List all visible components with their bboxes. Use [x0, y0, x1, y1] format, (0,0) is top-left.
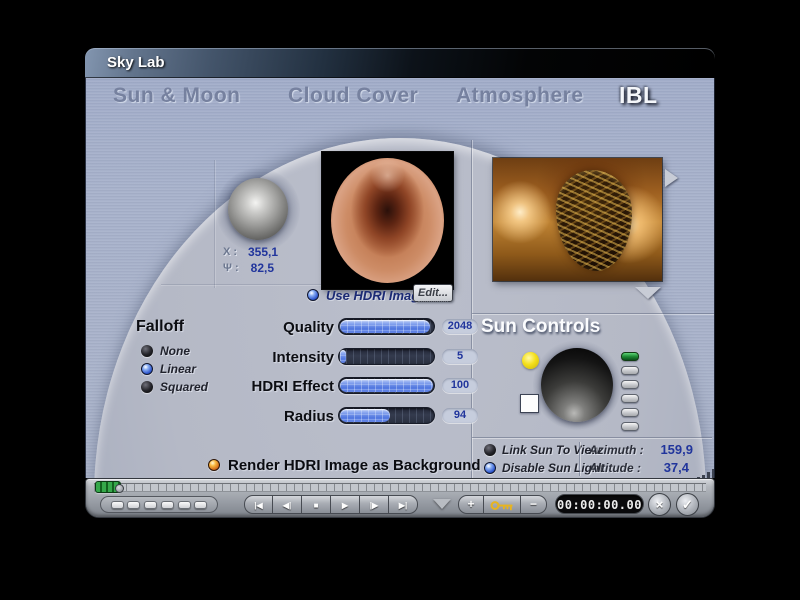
quality-slider-fill — [340, 320, 431, 333]
hdri-orientation-trackball[interactable] — [228, 178, 288, 240]
radius-slider-row: Radius 94 — [204, 407, 479, 425]
falloff-squared-label: Squared — [160, 380, 209, 394]
keyframe-button-group: + − — [458, 495, 547, 514]
cancel-button[interactable]: × — [648, 493, 671, 516]
edit-hdri-button[interactable]: Edit... — [413, 284, 453, 302]
timecode-display: 00:00:00.00 — [555, 494, 644, 514]
radius-value: 94 — [442, 408, 478, 423]
delete-keyframe-button[interactable]: − — [521, 495, 547, 514]
x-rotation-value: 355,1 — [247, 245, 278, 259]
altitude-label: Altitude : — [589, 461, 641, 475]
altitude-value: 37,4 — [663, 460, 689, 475]
divider-main-vertical — [471, 140, 472, 478]
sky-lab-window: Sky Lab Sun & Moon Cloud Cover Atmospher… — [85, 48, 715, 518]
falloff-squared-radio[interactable] — [141, 381, 153, 393]
radius-label: Radius — [283, 408, 334, 425]
disable-sun-radio[interactable] — [484, 462, 496, 474]
falloff-none-radio[interactable] — [141, 345, 153, 357]
divider-sun-top — [472, 313, 714, 314]
divider-azimuth — [579, 442, 580, 476]
resize-grip-icon[interactable] — [687, 468, 714, 478]
memory-dot-button[interactable] — [194, 500, 208, 509]
intensity-slider-fill — [340, 350, 346, 363]
hdri-probe-thumbnail[interactable] — [322, 152, 453, 289]
use-hdri-radio[interactable] — [307, 289, 319, 301]
sun-led[interactable] — [621, 422, 639, 431]
memory-dot-button[interactable] — [160, 500, 174, 509]
memory-dot-button[interactable] — [110, 500, 124, 509]
sun-position-trackball[interactable] — [541, 348, 613, 422]
stop-button[interactable]: ■ — [302, 495, 331, 514]
link-sun-label: Link Sun To View — [502, 443, 601, 457]
key-button[interactable] — [484, 495, 521, 514]
go-to-end-button[interactable]: ▶| — [389, 495, 418, 514]
hdri-effect-value: 100 — [442, 378, 478, 393]
next-frame-button[interactable]: |▶ — [360, 495, 389, 514]
sun-led[interactable] — [621, 408, 639, 417]
memory-dot-button[interactable] — [127, 500, 141, 509]
sun-led[interactable] — [621, 366, 639, 375]
go-to-start-button[interactable]: |◀ — [244, 495, 273, 514]
quality-label: Quality — [283, 319, 334, 336]
timeline-ruler[interactable] — [94, 483, 706, 492]
link-sun-radio[interactable] — [484, 444, 496, 456]
play-button[interactable]: ▶ — [331, 495, 360, 514]
title-bar[interactable]: Sky Lab — [85, 48, 715, 78]
tab-ibl[interactable]: IBL — [619, 82, 658, 109]
hdri-effect-slider[interactable] — [338, 377, 435, 394]
render-background-radio[interactable] — [208, 459, 220, 471]
intensity-slider[interactable] — [338, 348, 435, 365]
sun-led[interactable] — [621, 380, 639, 389]
preview-expand-arrow[interactable] — [635, 287, 661, 299]
y-rotation-value: 82,5 — [250, 261, 274, 275]
azimuth-label: Azimuth : — [589, 443, 644, 457]
hdri-effect-slider-row: HDRI Effect 100 — [204, 377, 479, 395]
intensity-label: Intensity — [272, 349, 334, 366]
tab-atmosphere[interactable]: Atmosphere — [456, 84, 584, 108]
hdri-effect-slider-fill — [340, 379, 433, 392]
sun-led-active[interactable] — [621, 352, 639, 361]
playback-button-group: |◀ ◀| ■ ▶ |▶ ▶| — [244, 495, 418, 514]
memory-dot-group — [100, 496, 218, 513]
memory-dot-button[interactable] — [144, 500, 158, 509]
quality-slider[interactable] — [338, 318, 435, 335]
preview-next-arrow[interactable] — [665, 169, 678, 187]
use-hdri-label: Use HDRI Image — [326, 288, 427, 303]
quality-value: 2048 — [442, 319, 478, 334]
sun-controls-title: Sun Controls — [481, 316, 601, 337]
divider — [214, 160, 215, 288]
hdri-probe-sphere — [331, 158, 444, 283]
key-icon — [490, 501, 513, 511]
animation-transport-bar: |◀ ◀| ■ ▶ |▶ ▶| + − 00:00:00.00 × ✓ — [85, 478, 715, 518]
ambient-color-swatch[interactable] — [520, 394, 539, 413]
quality-slider-row: Quality 2048 — [204, 318, 479, 336]
falloff-linear-label: Linear — [160, 362, 197, 376]
sun-led[interactable] — [621, 394, 639, 403]
confirm-button[interactable]: ✓ — [676, 493, 699, 516]
intensity-value: 5 — [442, 349, 478, 364]
x-rotation-label: X : — [223, 246, 238, 258]
falloff-title: Falloff — [136, 318, 184, 335]
render-preview[interactable] — [493, 158, 662, 281]
tab-cloud-cover[interactable]: Cloud Cover — [288, 84, 418, 108]
radius-slider[interactable] — [338, 407, 435, 424]
main-panel: Sun & Moon Cloud Cover Atmosphere IBL X … — [85, 78, 715, 478]
divider-sun-bottom — [472, 437, 712, 438]
timeline-scrubber[interactable] — [95, 481, 124, 493]
render-background-label: Render HDRI Image as Background — [228, 457, 481, 474]
falloff-linear-radio[interactable] — [141, 363, 153, 375]
transport-options-arrow[interactable] — [433, 499, 451, 509]
preview-object — [555, 170, 632, 272]
previous-frame-button[interactable]: ◀| — [273, 495, 302, 514]
add-keyframe-button[interactable]: + — [458, 495, 484, 514]
hdri-effect-label: HDRI Effect — [251, 378, 334, 395]
intensity-slider-row: Intensity 5 — [204, 348, 479, 366]
divider — [161, 284, 321, 285]
memory-dot-button[interactable] — [177, 500, 191, 509]
falloff-none-label: None — [160, 344, 190, 358]
window-title: Sky Lab — [107, 54, 165, 71]
tab-sun-moon[interactable]: Sun & Moon — [113, 84, 240, 108]
radius-slider-fill — [340, 409, 391, 422]
azimuth-value: 159,9 — [660, 442, 693, 457]
